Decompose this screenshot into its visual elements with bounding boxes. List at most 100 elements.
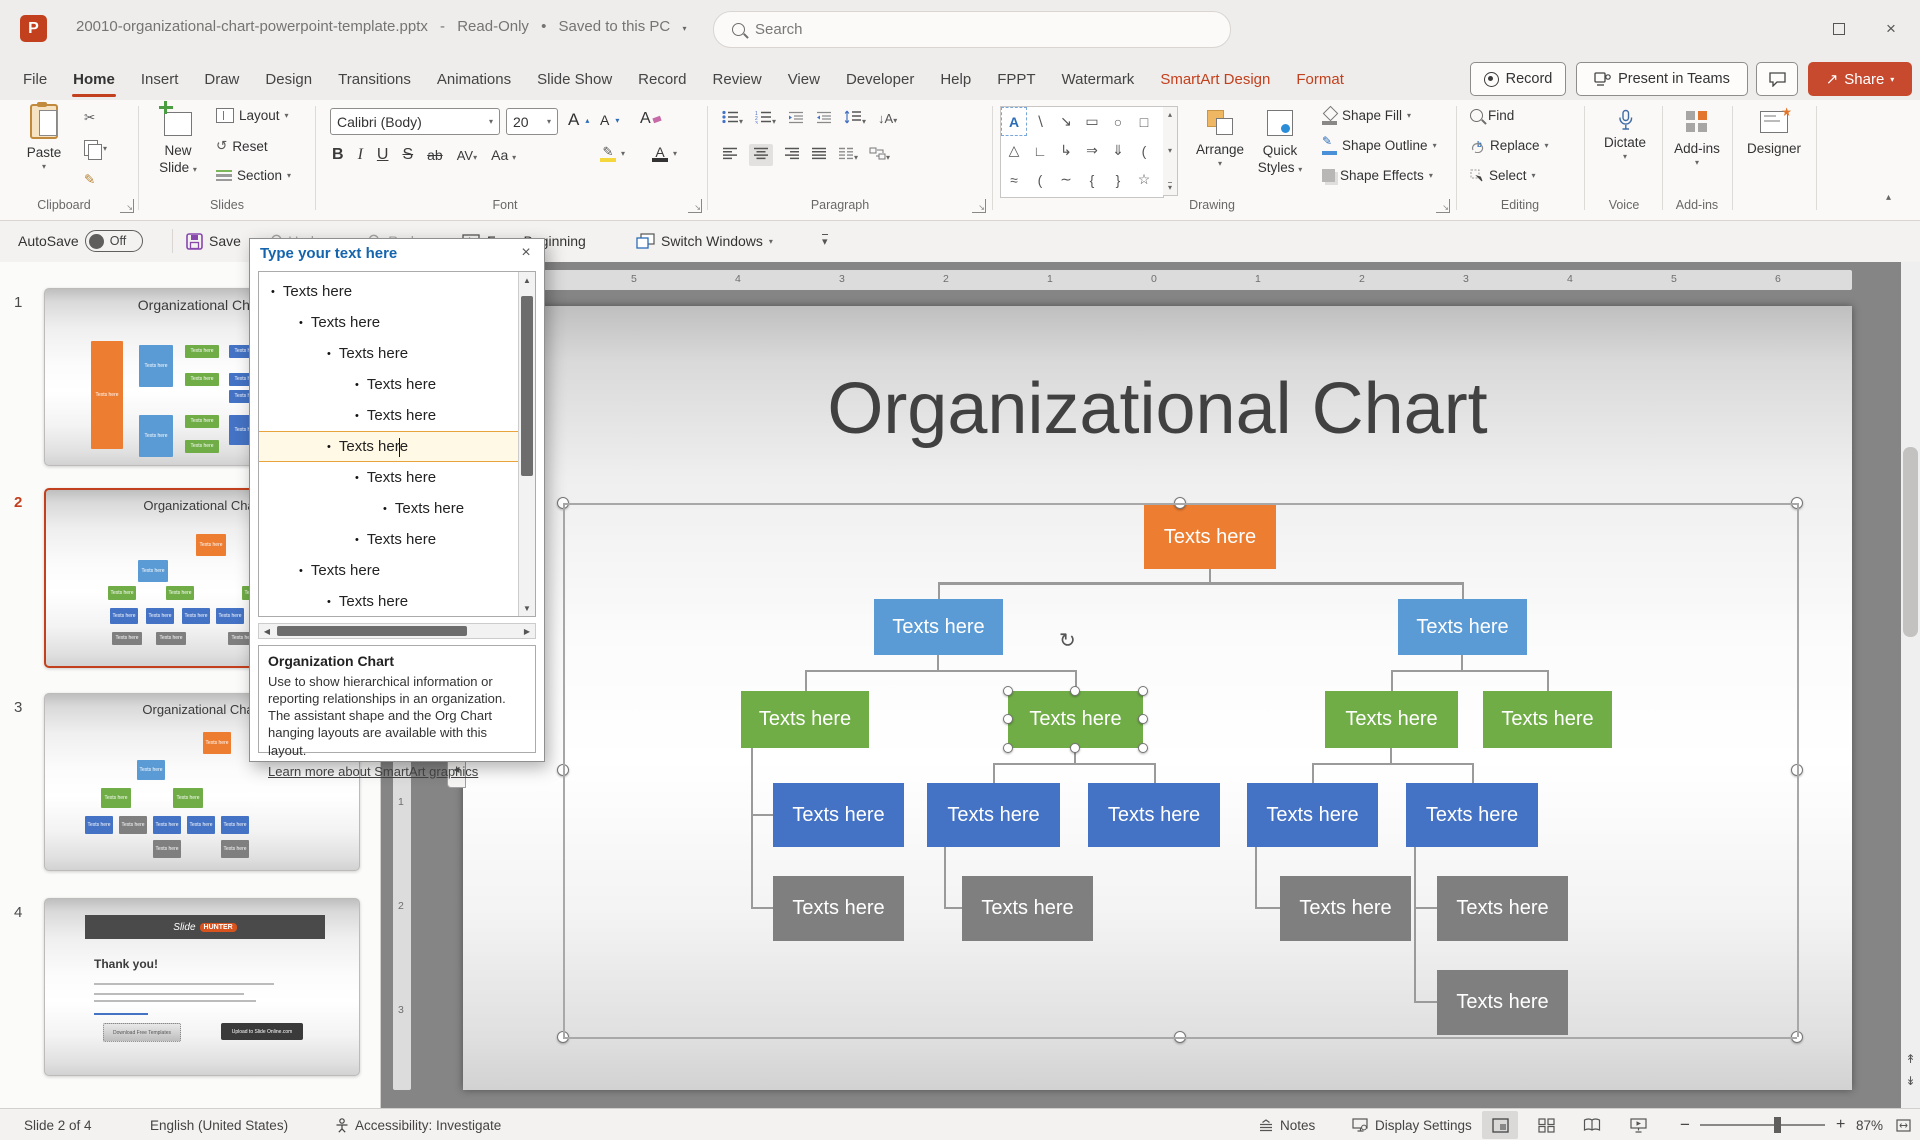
strikethrough-ab-button[interactable]: ab: [427, 147, 443, 163]
columns-button[interactable]: ▾: [838, 147, 858, 163]
align-left-button[interactable]: [722, 147, 738, 163]
text-pane-item[interactable]: •Texts here: [259, 555, 535, 586]
tab-file[interactable]: File: [10, 58, 60, 100]
dictate-button[interactable]: Dictate ▾: [1594, 104, 1656, 162]
shape-fill-button[interactable]: Shape Fill▾: [1322, 108, 1411, 123]
scrollbar-thumb[interactable]: [277, 626, 467, 636]
shape-handle[interactable]: [1003, 714, 1013, 724]
text-pane-item[interactable]: •Texts here: [259, 400, 535, 431]
canvas-scrollbar[interactable]: [1901, 262, 1920, 1108]
shape-effects-button[interactable]: Shape Effects▾: [1322, 168, 1433, 183]
org-node[interactable]: Texts here: [874, 599, 1003, 655]
select-button[interactable]: Select▾: [1470, 168, 1536, 183]
shape-handle[interactable]: [1070, 686, 1080, 696]
shape-outline-button[interactable]: Shape Outline▾: [1322, 138, 1437, 153]
tab-home[interactable]: Home: [60, 58, 128, 100]
org-node[interactable]: Texts here: [1280, 876, 1411, 941]
shape-icon[interactable]: ∖: [1027, 107, 1053, 136]
scroll-down-icon[interactable]: ▾: [1168, 146, 1172, 155]
autosave-control[interactable]: AutoSave Off: [18, 221, 143, 261]
rotate-handle-icon[interactable]: ↻: [1059, 628, 1076, 653]
comments-button[interactable]: [1756, 62, 1798, 96]
org-node[interactable]: Texts here: [741, 691, 869, 748]
text-pane-vscrollbar[interactable]: ▲ ▼: [518, 272, 535, 616]
tab-review[interactable]: Review: [700, 58, 775, 100]
normal-view-button[interactable]: [1482, 1111, 1518, 1139]
text-pane-item[interactable]: •Texts here: [259, 493, 535, 524]
tab-design[interactable]: Design: [252, 58, 325, 100]
shape-icon[interactable]: □: [1131, 107, 1157, 136]
scroll-left-button[interactable]: ◀: [259, 624, 275, 638]
fit-to-window-button[interactable]: [1890, 1111, 1916, 1139]
shape-handle[interactable]: [1138, 686, 1148, 696]
close-text-pane-button[interactable]: ×: [516, 243, 536, 263]
tab-watermark[interactable]: Watermark: [1049, 58, 1148, 100]
accessibility-status[interactable]: Accessibility: Investigate: [335, 1109, 501, 1140]
org-node[interactable]: Texts here: [1144, 505, 1276, 569]
shape-icon[interactable]: ☆: [1131, 165, 1157, 194]
text-pane-item[interactable]: •Texts here: [259, 369, 535, 400]
layout-button[interactable]: Layout▾: [216, 108, 289, 123]
text-pane-item[interactable]: •Texts here: [259, 431, 535, 462]
bullet-list-button[interactable]: ▾: [722, 110, 743, 127]
org-node[interactable]: Texts here: [1398, 599, 1527, 655]
slideshow-view-button[interactable]: [1620, 1111, 1656, 1139]
increase-indent-button[interactable]: [816, 111, 832, 127]
shape-icon[interactable]: △: [1001, 136, 1027, 165]
zoom-slider-thumb[interactable]: [1774, 1117, 1781, 1133]
tab-smartart-design[interactable]: SmartArt Design: [1147, 58, 1283, 100]
zoom-slider-track[interactable]: [1700, 1124, 1825, 1126]
quick-styles-button[interactable]: Quick Styles ▾: [1252, 104, 1308, 177]
shape-icon[interactable]: ⇒: [1079, 136, 1105, 165]
convert-smartart-button[interactable]: ▾: [869, 147, 890, 163]
text-pane-item[interactable]: •Texts here: [259, 586, 535, 617]
align-center-button[interactable]: [749, 144, 773, 166]
justify-button[interactable]: [811, 147, 827, 163]
align-right-button[interactable]: [784, 147, 800, 163]
tab-developer[interactable]: Developer: [833, 58, 927, 100]
copy-button[interactable]: ▾: [84, 140, 107, 156]
tab-fppt[interactable]: FPPT: [984, 58, 1048, 100]
language-indicator[interactable]: English (United States): [150, 1109, 288, 1140]
powerpoint-app-icon[interactable]: P: [20, 15, 47, 42]
org-node[interactable]: Texts here: [1247, 783, 1378, 847]
shape-handle[interactable]: [1138, 743, 1148, 753]
shape-icon[interactable]: ○: [1105, 107, 1131, 136]
decrease-indent-button[interactable]: [788, 111, 804, 127]
new-slide-button[interactable]: New Slide ▾: [152, 104, 204, 177]
shape-icon[interactable]: ↘: [1053, 107, 1079, 136]
save-button[interactable]: Save: [186, 221, 241, 261]
org-node[interactable]: Texts here: [1483, 691, 1612, 748]
zoom-out-button[interactable]: −: [1680, 1109, 1690, 1140]
strikethrough-button[interactable]: S: [402, 146, 413, 164]
text-pane-item[interactable]: •Texts here: [259, 338, 535, 369]
org-node[interactable]: Texts here: [773, 783, 904, 847]
cut-button[interactable]: ✂: [84, 110, 95, 126]
shape-handle[interactable]: [1138, 714, 1148, 724]
shape-icon[interactable]: ∼: [1053, 165, 1079, 194]
shape-icon[interactable]: ▭: [1079, 107, 1105, 136]
switch-windows-button[interactable]: Switch Windows ▾: [636, 221, 773, 261]
arrange-button[interactable]: Arrange ▾: [1192, 104, 1248, 169]
reading-view-button[interactable]: [1574, 1111, 1610, 1139]
find-button[interactable]: Find: [1470, 108, 1514, 123]
bold-button[interactable]: B: [332, 146, 344, 164]
display-settings-button[interactable]: Display Settings: [1352, 1109, 1472, 1140]
shape-icon[interactable]: (: [1027, 165, 1053, 194]
drawing-dialog-launcher[interactable]: ↘: [1436, 199, 1450, 213]
org-node[interactable]: Texts here: [1406, 783, 1538, 847]
section-button[interactable]: Section▾: [216, 168, 291, 183]
italic-button[interactable]: I: [358, 146, 363, 164]
shape-gallery-scrollbar[interactable]: ▴ ▾ ▾: [1163, 106, 1178, 196]
collapse-ribbon-button[interactable]: ▴: [1886, 192, 1891, 203]
scroll-up-icon[interactable]: ▴: [1168, 110, 1172, 119]
font-color-button[interactable]: A ▾: [652, 144, 677, 162]
replace-button[interactable]: bReplace▾: [1470, 138, 1549, 153]
restore-window-button[interactable]: [1822, 14, 1856, 44]
scroll-right-button[interactable]: ▶: [519, 624, 535, 638]
text-pane-item[interactable]: •Texts here: [259, 276, 535, 307]
previous-slide-button[interactable]: ↟: [1901, 1052, 1920, 1066]
autosave-toggle[interactable]: Off: [85, 230, 143, 252]
learn-more-link[interactable]: Learn more about SmartArt graphics: [268, 764, 478, 779]
increase-font-button[interactable]: A▴: [568, 110, 589, 130]
